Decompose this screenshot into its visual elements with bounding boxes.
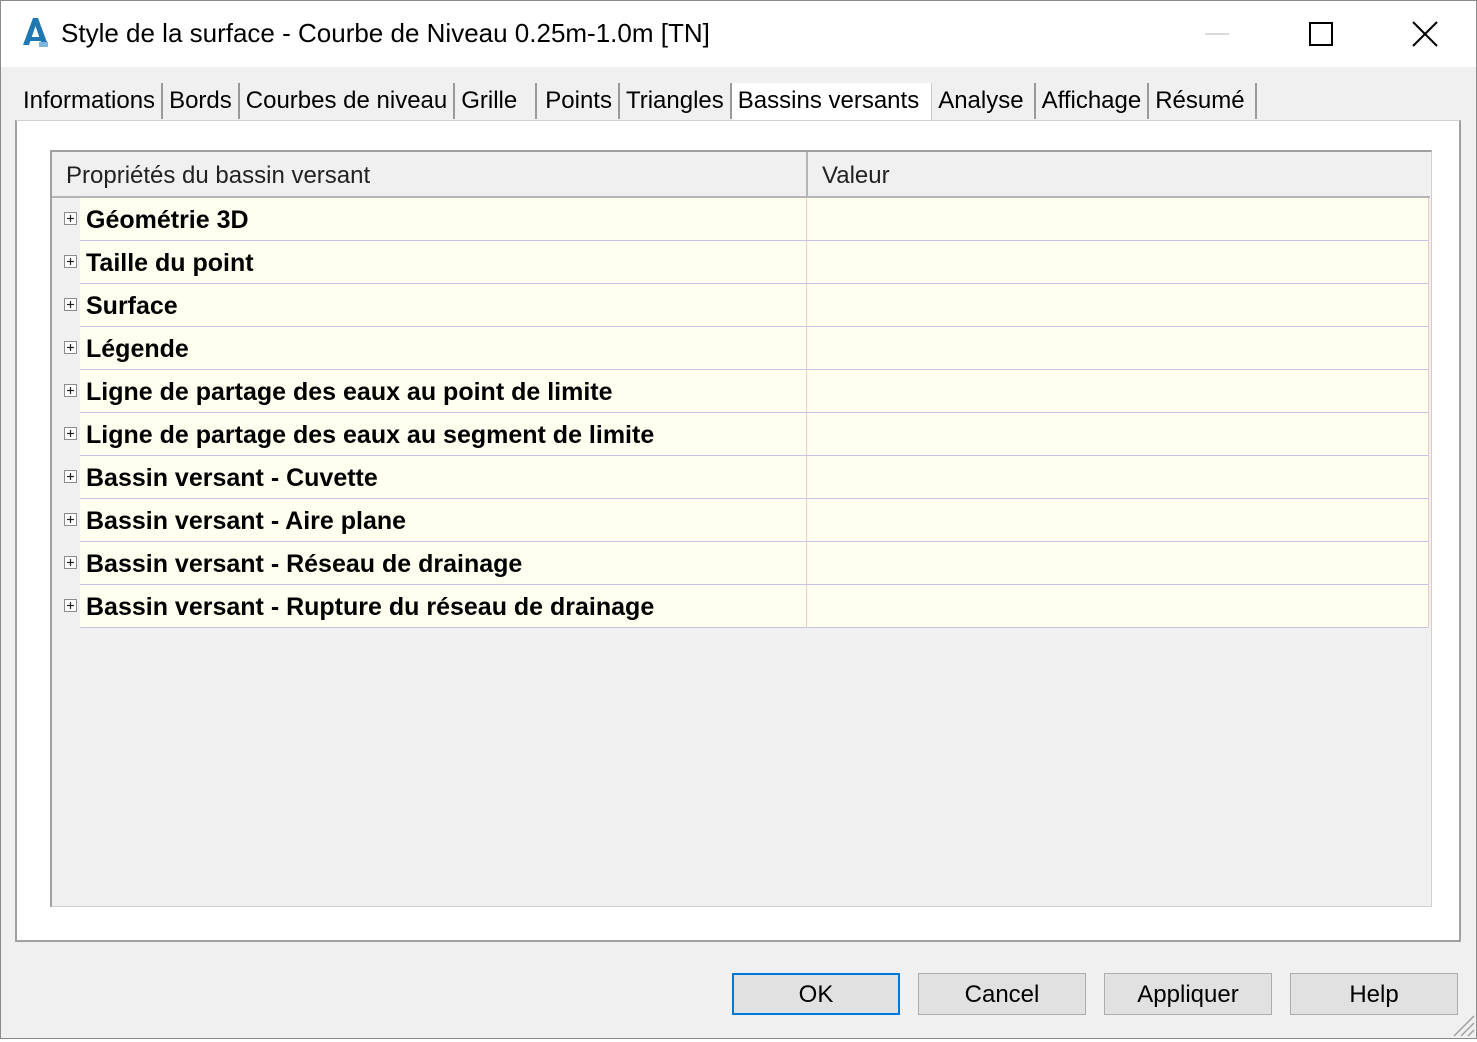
tab-bassins-versants[interactable]: Bassins versants: [731, 83, 933, 122]
minimize-button[interactable]: [1167, 1, 1267, 67]
property-value[interactable]: [807, 198, 1429, 241]
resize-grip-icon[interactable]: [1449, 1011, 1475, 1037]
cancel-button[interactable]: Cancel: [918, 973, 1086, 1015]
table-row[interactable]: Ligne de partage des eaux au segment de …: [52, 413, 1430, 456]
grid-rows: Géométrie 3D Taille du point Surface Lég…: [52, 198, 1430, 628]
row-gutter: [52, 198, 80, 241]
ok-button[interactable]: OK: [732, 973, 900, 1015]
expand-plus-icon[interactable]: [64, 212, 77, 225]
property-value[interactable]: [807, 370, 1429, 413]
tab-strip: Informations Bords Courbes de niveau Gri…: [17, 83, 1257, 122]
table-row[interactable]: Taille du point: [52, 241, 1430, 284]
tab-resume[interactable]: Résumé: [1149, 83, 1257, 119]
property-name: Bassin versant - Réseau de drainage: [80, 542, 807, 585]
tab-analyse[interactable]: Analyse: [932, 83, 1036, 119]
tab-points[interactable]: Points: [537, 83, 620, 119]
expand-plus-icon[interactable]: [64, 298, 77, 311]
expand-plus-icon[interactable]: [64, 599, 77, 612]
property-value[interactable]: [807, 413, 1429, 456]
row-gutter: [52, 413, 80, 456]
window-title: Style de la surface - Courbe de Niveau 0…: [61, 18, 710, 48]
property-grid[interactable]: Propriétés du bassin versant Valeur Géom…: [50, 150, 1432, 907]
property-name: Bassin versant - Rupture du réseau de dr…: [80, 585, 807, 628]
property-name: Taille du point: [80, 241, 807, 284]
title-bar[interactable]: Style de la surface - Courbe de Niveau 0…: [1, 1, 1476, 67]
table-row[interactable]: Surface: [52, 284, 1430, 327]
autocad-civil3d-icon: [19, 15, 51, 49]
expand-plus-icon[interactable]: [64, 470, 77, 483]
tab-panel-bassins-versants: Propriétés du bassin versant Valeur Géom…: [15, 120, 1461, 942]
expand-plus-icon[interactable]: [64, 513, 77, 526]
expand-plus-icon[interactable]: [64, 341, 77, 354]
minimize-icon: [1205, 33, 1229, 35]
row-gutter: [52, 499, 80, 542]
property-value[interactable]: [807, 241, 1429, 284]
table-row[interactable]: Bassin versant - Aire plane: [52, 499, 1430, 542]
property-name: Ligne de partage des eaux au segment de …: [80, 413, 807, 456]
table-row[interactable]: Ligne de partage des eaux au point de li…: [52, 370, 1430, 413]
property-name: Ligne de partage des eaux au point de li…: [80, 370, 807, 413]
row-gutter: [52, 241, 80, 284]
expand-plus-icon[interactable]: [64, 427, 77, 440]
apply-button[interactable]: Appliquer: [1104, 973, 1272, 1015]
table-row[interactable]: Bassin versant - Réseau de drainage: [52, 542, 1430, 585]
property-value[interactable]: [807, 327, 1429, 370]
property-value[interactable]: [807, 284, 1429, 327]
property-value[interactable]: [807, 585, 1429, 628]
expand-plus-icon[interactable]: [64, 384, 77, 397]
property-name: Surface: [80, 284, 807, 327]
close-icon: [1412, 21, 1438, 47]
help-button[interactable]: Help: [1290, 973, 1458, 1015]
tab-courbes-de-niveau[interactable]: Courbes de niveau: [239, 83, 456, 119]
property-name: Légende: [80, 327, 807, 370]
tab-bords[interactable]: Bords: [163, 83, 240, 119]
column-header-properties[interactable]: Propriétés du bassin versant: [52, 152, 808, 196]
tab-affichage[interactable]: Affichage: [1035, 83, 1150, 119]
row-gutter: [52, 370, 80, 413]
tab-informations[interactable]: Informations: [17, 83, 164, 119]
property-name: Géométrie 3D: [80, 198, 807, 241]
maximize-icon: [1309, 22, 1333, 46]
row-gutter: [52, 585, 80, 628]
property-name: Bassin versant - Cuvette: [80, 456, 807, 499]
table-row[interactable]: Bassin versant - Rupture du réseau de dr…: [52, 585, 1430, 628]
row-gutter: [52, 456, 80, 499]
table-row[interactable]: Bassin versant - Cuvette: [52, 456, 1430, 499]
tab-grille[interactable]: Grille: [455, 83, 538, 119]
property-value[interactable]: [807, 456, 1429, 499]
grid-header: Propriétés du bassin versant Valeur: [52, 152, 1430, 198]
property-value[interactable]: [807, 499, 1429, 542]
expand-plus-icon[interactable]: [64, 255, 77, 268]
row-gutter: [52, 542, 80, 585]
property-name: Bassin versant - Aire plane: [80, 499, 807, 542]
dialog-window: Style de la surface - Courbe de Niveau 0…: [0, 0, 1477, 1039]
table-row[interactable]: Géométrie 3D: [52, 198, 1430, 241]
row-gutter: [52, 284, 80, 327]
maximize-button[interactable]: [1271, 1, 1371, 67]
close-button[interactable]: [1375, 1, 1475, 67]
property-value[interactable]: [807, 542, 1429, 585]
column-header-value[interactable]: Valeur: [808, 152, 1428, 196]
expand-plus-icon[interactable]: [64, 556, 77, 569]
tab-triangles[interactable]: Triangles: [619, 83, 732, 119]
table-row[interactable]: Légende: [52, 327, 1430, 370]
row-gutter: [52, 327, 80, 370]
